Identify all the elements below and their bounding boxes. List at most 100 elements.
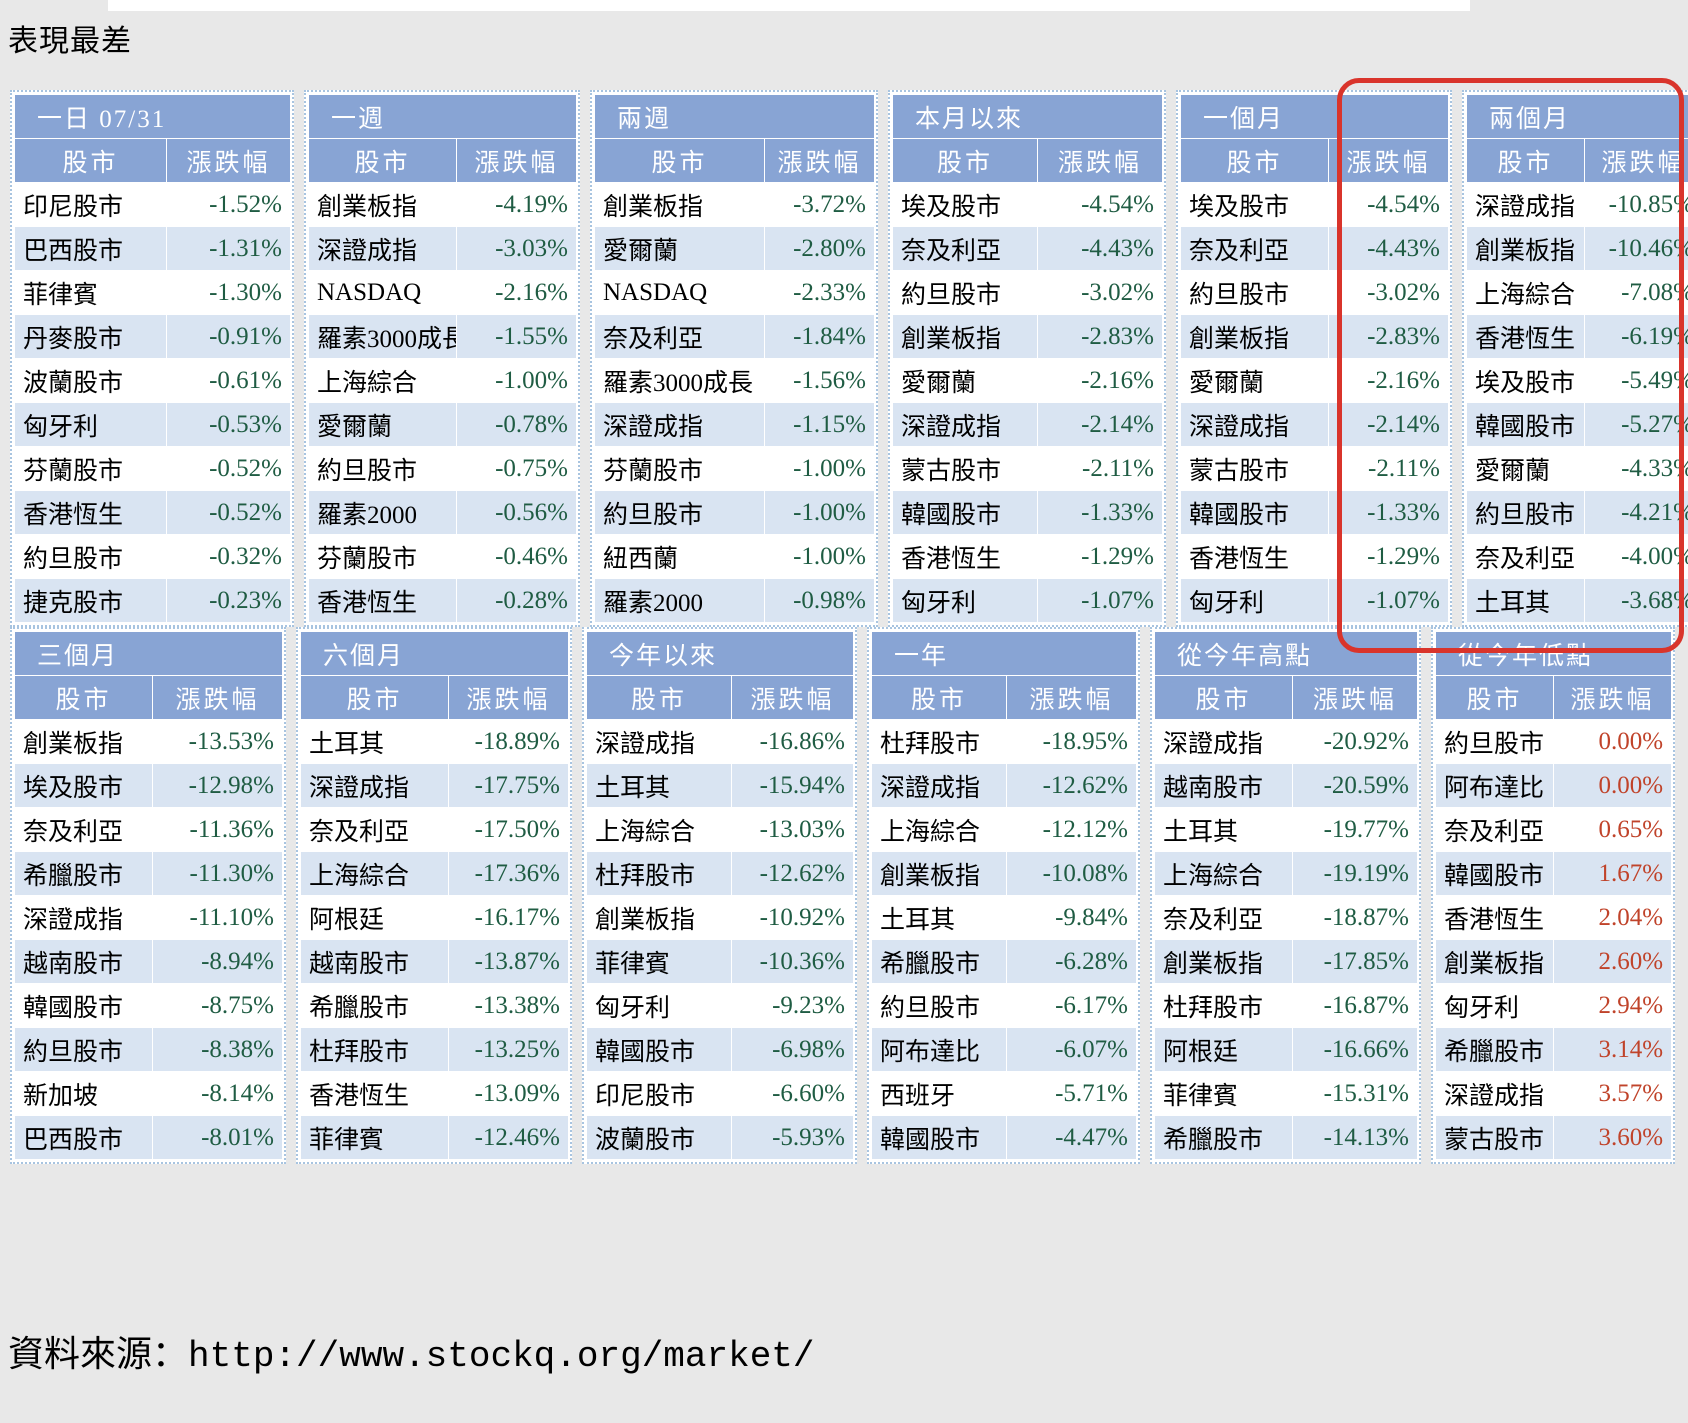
change-value-cell: -11.30% xyxy=(151,851,284,896)
change-value-cell: -0.98% xyxy=(763,578,876,623)
market-name-cell: 阿布達比 xyxy=(871,1027,1007,1072)
change-value-cell: -10.46% xyxy=(1583,226,1688,271)
table-row: 匈牙利 -1.07% xyxy=(1180,578,1450,623)
market-name-cell: 土耳其 xyxy=(1154,807,1293,852)
market-name-cell: 阿布達比 xyxy=(1435,763,1554,808)
table-row: 羅素2000 -0.98% xyxy=(594,578,876,623)
table-row: 巴西股市 -1.31% xyxy=(14,226,292,271)
table-row: 香港恆生 -6.19% xyxy=(1466,314,1688,359)
table-row: 奈及利亞 -11.36% xyxy=(14,807,284,852)
market-name-cell: 杜拜股市 xyxy=(871,719,1007,764)
change-value-cell: -3.72% xyxy=(763,182,876,227)
table-row: 韓國股市 -5.27% xyxy=(1466,402,1688,447)
table-row: 香港恆生 2.04% xyxy=(1435,895,1673,940)
table-row: 埃及股市 -12.98% xyxy=(14,763,284,808)
market-name-cell: 芬蘭股市 xyxy=(594,446,765,491)
market-name-cell: 深證成指 xyxy=(14,895,153,940)
column-header-row: 股市 漲跌幅 xyxy=(1180,138,1450,183)
change-value-cell: -5.49% xyxy=(1583,358,1688,403)
change-value-cell: -10.08% xyxy=(1005,851,1138,896)
market-name-cell: 深證成指 xyxy=(586,719,732,764)
change-value-cell: -4.43% xyxy=(1036,226,1164,271)
column-header-row: 股市 漲跌幅 xyxy=(871,675,1138,720)
table-row: 波蘭股市 -5.93% xyxy=(586,1115,855,1160)
table-row: 匈牙利 -9.23% xyxy=(586,983,855,1028)
column-header-change: 漲跌幅 xyxy=(151,675,284,720)
table-row: 希臘股市 -11.30% xyxy=(14,851,284,896)
column-header-change: 漲跌幅 xyxy=(455,138,578,183)
period-table: 本月以來 股市 漲跌幅 埃及股市 -4.54% 奈及利亞 -4.43% 約旦股市 -3.02% 創… xyxy=(891,94,1164,623)
market-name-cell: 波蘭股市 xyxy=(586,1115,732,1160)
column-header-change: 漲跌幅 xyxy=(730,675,855,720)
table-row: 蒙古股市 -2.11% xyxy=(892,446,1164,491)
change-value-cell: -0.53% xyxy=(165,402,292,447)
column-header-row: 股市 漲跌幅 xyxy=(300,675,570,720)
table-row: 越南股市 -8.94% xyxy=(14,939,284,984)
table-title: 從今年高點 xyxy=(1153,631,1419,676)
market-name-cell: 越南股市 xyxy=(300,939,449,984)
change-value-cell: -0.52% xyxy=(165,446,292,491)
table-row: 奈及利亞 -4.43% xyxy=(892,226,1164,271)
market-name-cell: 愛爾蘭 xyxy=(594,226,765,271)
period-table-4: 本月以來 股市 漲跌幅 埃及股市 -4.54% 奈及利亞 -4.43% 約旦股市 -3.02% 創… xyxy=(888,90,1166,627)
market-name-cell: 約旦股市 xyxy=(1180,270,1329,315)
period-table: 兩個月 股市 漲跌幅 深證成指 -10.85% 創業板指 -10.46% 上海綜合 -7.08%… xyxy=(1465,94,1688,623)
table-row: 愛爾蘭 -2.80% xyxy=(594,226,876,271)
table-row: 深證成指 -2.14% xyxy=(892,402,1164,447)
change-value-cell: 0.00% xyxy=(1552,719,1673,764)
change-value-cell: -3.68% xyxy=(1583,578,1688,623)
market-name-cell: 匈牙利 xyxy=(1180,578,1329,623)
change-value-cell: -8.38% xyxy=(151,1027,284,1072)
table-row: 芬蘭股市 -0.52% xyxy=(14,446,292,491)
table-title: 六個月 xyxy=(299,631,570,676)
market-name-cell: 上海綜合 xyxy=(1154,851,1293,896)
table-row: 巴西股市 -8.01% xyxy=(14,1115,284,1160)
change-value-cell: -19.19% xyxy=(1291,851,1419,896)
table-title-row: 三個月 xyxy=(13,631,284,676)
column-header-row: 股市 漲跌幅 xyxy=(892,138,1164,183)
market-name-cell: 蒙古股市 xyxy=(1180,446,1329,491)
market-name-cell: 土耳其 xyxy=(300,719,449,764)
change-value-cell: -1.33% xyxy=(1036,490,1164,535)
change-value-cell: 1.67% xyxy=(1552,851,1673,896)
table-row: 愛爾蘭 -2.16% xyxy=(1180,358,1450,403)
market-name-cell: 波蘭股市 xyxy=(14,358,167,403)
table-title-row: 一日 07/31 xyxy=(13,94,292,139)
table-row: 土耳其 -19.77% xyxy=(1154,807,1419,852)
table-row: 韓國股市 -1.33% xyxy=(892,490,1164,535)
change-value-cell: -12.62% xyxy=(1005,763,1138,808)
table-row: 香港恆生 -1.29% xyxy=(892,534,1164,579)
table-title: 兩週 xyxy=(593,94,876,139)
change-value-cell: -0.78% xyxy=(455,402,578,447)
table-row: 深證成指 -16.86% xyxy=(586,719,855,764)
change-value-cell: -12.62% xyxy=(730,851,855,896)
table-title-row: 兩個月 xyxy=(1465,94,1688,139)
change-value-cell: -4.47% xyxy=(1005,1115,1138,1160)
market-name-cell: 菲律賓 xyxy=(14,270,167,315)
table-row: 埃及股市 -5.49% xyxy=(1466,358,1688,403)
market-name-cell: 羅素3000成長 xyxy=(308,314,457,359)
market-name-cell: 埃及股市 xyxy=(1466,358,1585,403)
change-value-cell: -0.46% xyxy=(455,534,578,579)
change-value-cell: -1.00% xyxy=(763,490,876,535)
market-name-cell: 創業板指 xyxy=(594,182,765,227)
change-value-cell: -16.87% xyxy=(1291,983,1419,1028)
change-value-cell: -0.52% xyxy=(165,490,292,535)
change-value-cell: 2.04% xyxy=(1552,895,1673,940)
market-name-cell: 約旦股市 xyxy=(14,534,167,579)
table-row: 菲律賓 -15.31% xyxy=(1154,1071,1419,1116)
table-title-row: 兩週 xyxy=(593,94,876,139)
table-row: 上海綜合 -12.12% xyxy=(871,807,1138,852)
column-header-row: 股市 漲跌幅 xyxy=(586,675,855,720)
table-row: 匈牙利 -0.53% xyxy=(14,402,292,447)
market-name-cell: 土耳其 xyxy=(586,763,732,808)
table-title-row: 一年 xyxy=(870,631,1138,676)
table-row: 奈及利亞 0.65% xyxy=(1435,807,1673,852)
change-value-cell: -6.07% xyxy=(1005,1027,1138,1072)
table-row: 深證成指 -12.62% xyxy=(871,763,1138,808)
market-name-cell: 香港恆生 xyxy=(300,1071,449,1116)
table-row: 創業板指 -10.92% xyxy=(586,895,855,940)
table-row: 杜拜股市 -12.62% xyxy=(586,851,855,896)
market-name-cell: 蒙古股市 xyxy=(892,446,1038,491)
market-name-cell: 香港恆生 xyxy=(308,578,457,623)
